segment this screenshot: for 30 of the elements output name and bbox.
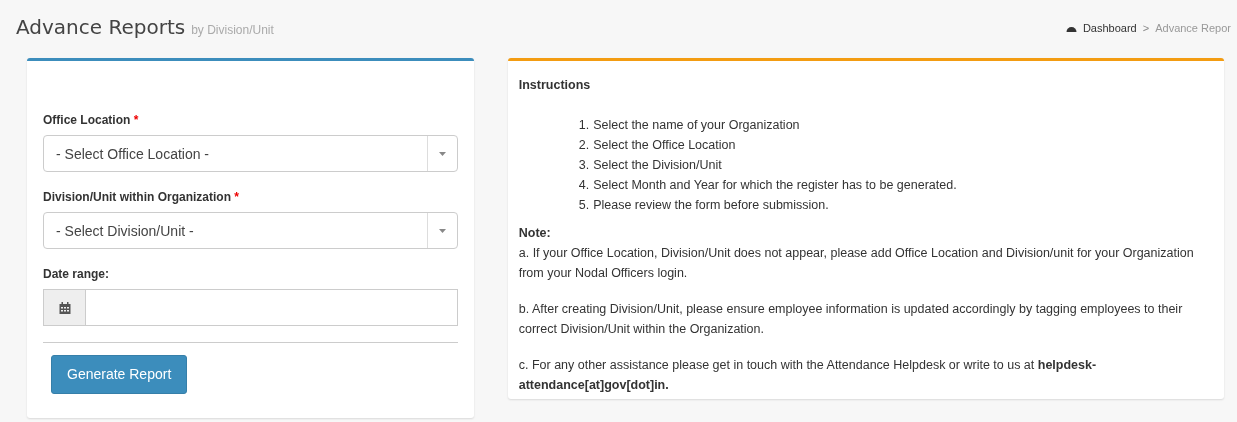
step-number: 1. (578, 117, 590, 134)
breadcrumb-link[interactable]: Dashboard (1082, 20, 1137, 37)
required-mark: * (133, 113, 139, 127)
step-number: 2. (578, 137, 590, 154)
page-title: Advance Reports (16, 15, 186, 39)
field-label: Date range: (43, 266, 111, 283)
field-label: Office Location * (43, 112, 140, 129)
generate-report-button[interactable]: Generate Report (51, 355, 188, 394)
breadcrumb-current: Advance Repor (1155, 21, 1231, 36)
instructions-title: Instructions (518, 77, 592, 94)
note-text: b. After creating Division/Unit, please ensure employee information is updated accordingly by tagging employees to their correct Division/Unit within the Organization. (518, 301, 1184, 338)
select-field[interactable]: - Select Division/Unit - (43, 212, 458, 249)
instruction-step: Select the name of your Organization (593, 115, 800, 135)
required-mark: * (234, 190, 239, 204)
field-label: Division/Unit within Organization * (43, 189, 240, 206)
note-text: c. For any other assistance please get in touch with the Attendance Helpdesk or write to us at helpdesk-attendance[at]gov[dot]in. (518, 357, 1098, 394)
caret-icon (438, 228, 446, 233)
instruction-step: Select the Division/Unit (593, 155, 722, 175)
instruction-step: Select Month and Year for which the register has to be generated. (593, 175, 957, 195)
note-title: Note: (518, 225, 552, 242)
page-subtitle: by Division/Unit (191, 23, 274, 37)
step-number: 3. (578, 157, 590, 174)
step-number: 5. (578, 197, 590, 214)
instruction-step: Select the Office Location (593, 135, 736, 155)
instruction-step: Please review the form before submission. (593, 195, 829, 215)
note-text: a. If your Office Location, Division/Unit does not appear, please add Office Location and Division/unit for your Organization from your Nodal Officers login. (518, 245, 1195, 282)
select-field[interactable]: - Select Office Location - (43, 135, 458, 172)
breadcrumb-separator: > (1142, 21, 1150, 36)
step-number: 4. (578, 177, 590, 194)
caret-icon (438, 151, 446, 156)
